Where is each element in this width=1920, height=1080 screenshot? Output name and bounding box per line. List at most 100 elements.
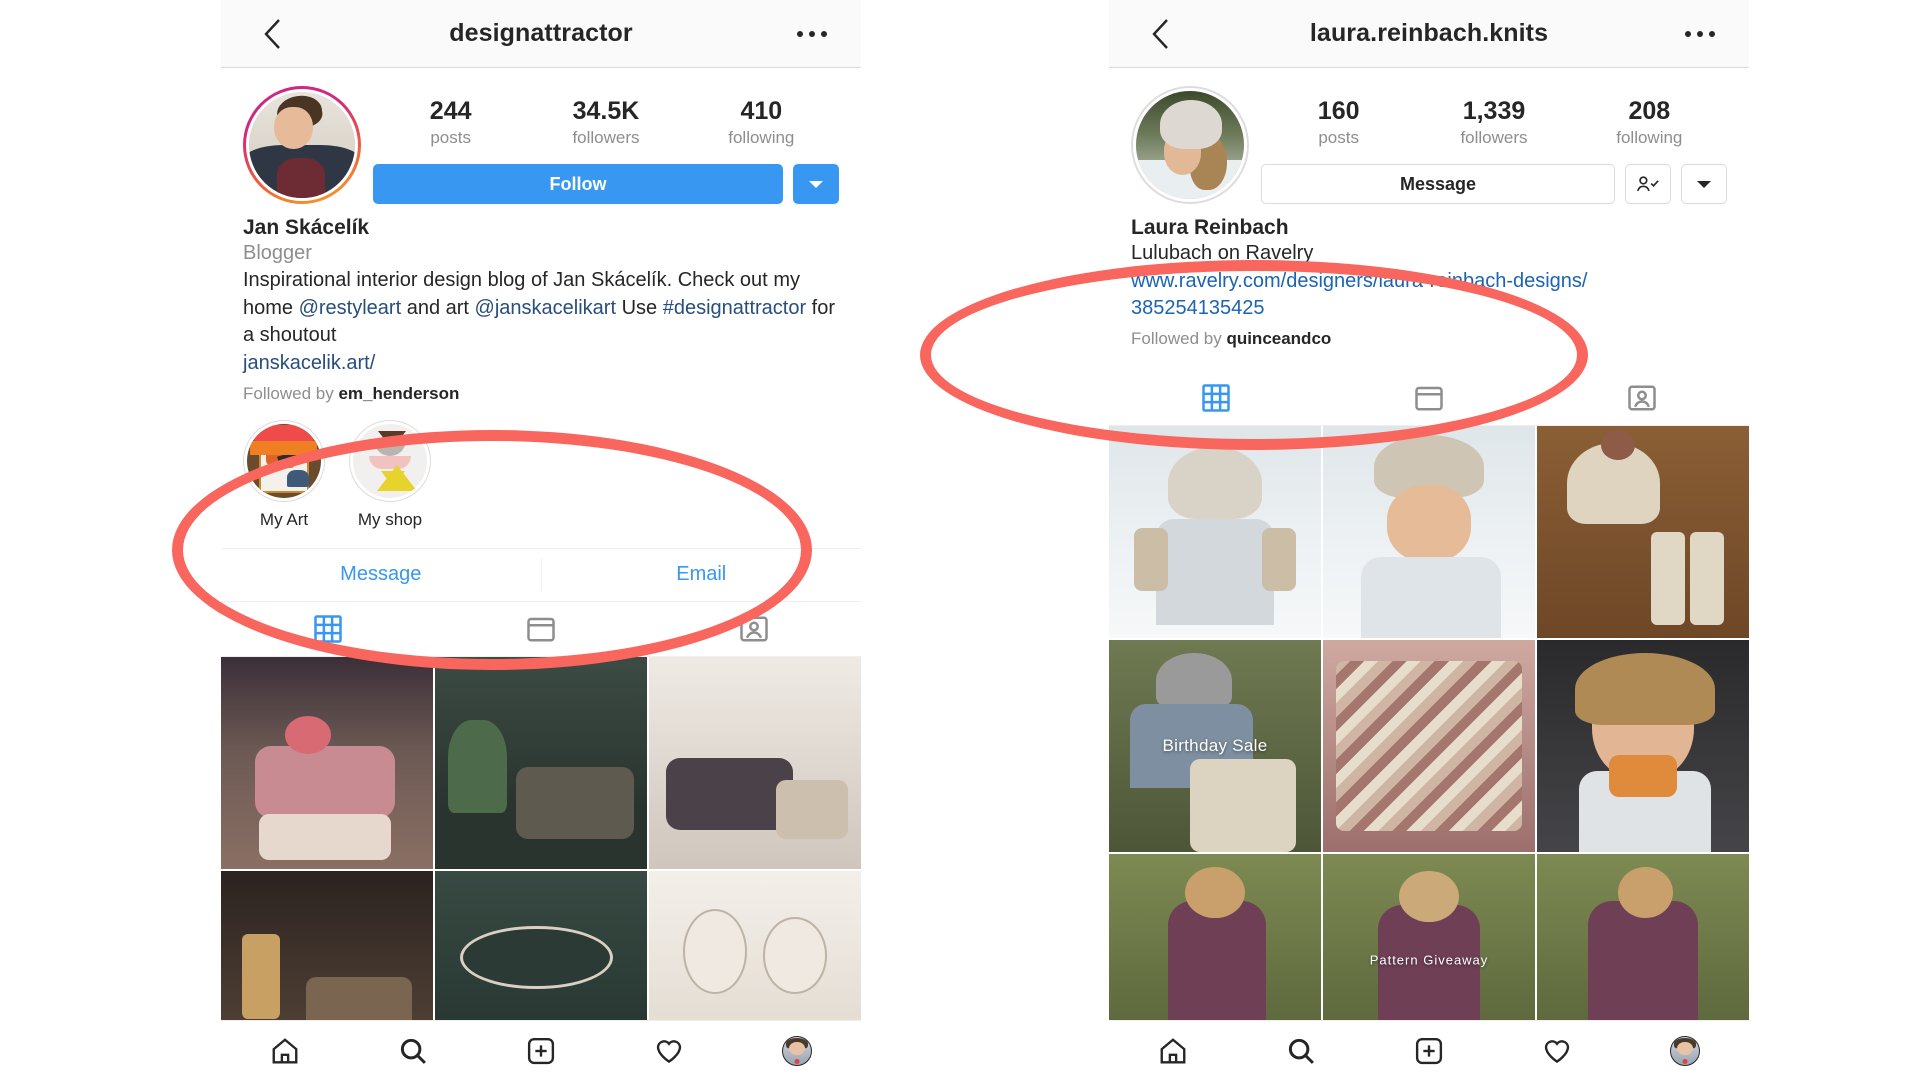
highlight-label: My shop [357, 509, 423, 529]
follow-dropdown-button[interactable] [793, 164, 839, 205]
followers-label: followers [1460, 128, 1528, 148]
tab-igtv[interactable] [1322, 371, 1535, 425]
tab-profile[interactable] [733, 1035, 861, 1066]
chevron-down-icon [809, 180, 823, 188]
tab-search[interactable] [1237, 1036, 1365, 1066]
home-icon [272, 1037, 298, 1063]
options-dropdown-button[interactable] [1681, 164, 1727, 205]
following-label: following [1616, 128, 1683, 148]
page-title: designattractor [449, 19, 633, 47]
following-count: 410 [740, 97, 783, 125]
stat-followers[interactable]: 1,339 followers [1416, 98, 1571, 148]
avatar-container [1131, 86, 1255, 204]
tab-home[interactable] [221, 1036, 349, 1066]
tab-grid[interactable] [1109, 371, 1322, 425]
bio-section: Laura Reinbach Lulubach on Ravelry www.r… [1109, 204, 1749, 349]
stat-followers[interactable]: 34.5K followers [528, 98, 683, 148]
stats-and-actions: 244 posts 34.5K followers 410 following … [367, 86, 839, 205]
posts-label: posts [430, 128, 471, 148]
heart-icon [1544, 1039, 1570, 1063]
stat-following[interactable]: 410 following [684, 98, 839, 148]
highlight-my-shop[interactable]: My shop [349, 419, 431, 530]
mention-janskacelikart[interactable]: @janskacelikart [475, 297, 616, 319]
highlight-my-art[interactable]: My Art [243, 419, 325, 530]
avatar-ring[interactable] [1131, 86, 1249, 204]
bottom-tab-bar [221, 1020, 861, 1080]
profile-header: 244 posts 34.5K followers 410 following … [221, 68, 861, 205]
search-icon [400, 1038, 426, 1064]
avatar-container [243, 86, 367, 204]
followed-by-prefix: Followed by [243, 383, 339, 403]
tagged-person-icon [740, 616, 769, 642]
grid-cell[interactable]: Birthday Sale [1109, 640, 1321, 853]
message-button[interactable]: Message [1261, 164, 1615, 205]
tab-grid[interactable] [221, 602, 434, 656]
tab-search[interactable] [349, 1036, 477, 1066]
grid-cell[interactable] [649, 656, 861, 869]
tab-add-post[interactable] [477, 1036, 605, 1066]
tab-activity[interactable] [605, 1036, 733, 1066]
screenshot-canvas: designattractor 244 posts 34.5K follower… [0, 0, 1920, 1080]
person-check-icon [1637, 176, 1659, 192]
hashtag-designattractor[interactable]: #designattractor [663, 297, 806, 319]
tv-icon [527, 617, 555, 642]
followed-by-prefix: Followed by [1131, 329, 1227, 349]
tab-tagged[interactable] [1536, 371, 1749, 425]
tab-add-post[interactable] [1365, 1036, 1493, 1066]
bio-website-link-line-2[interactable]: 385254135425 [1131, 295, 1727, 323]
more-options-button[interactable] [797, 30, 827, 37]
message-button[interactable]: Message [221, 549, 541, 601]
tab-activity[interactable] [1493, 1036, 1621, 1066]
posts-count: 244 [429, 97, 472, 125]
email-button[interactable]: Email [542, 549, 862, 601]
grid-cell[interactable] [1323, 426, 1535, 639]
grid-icon [313, 614, 342, 643]
followers-count: 1,339 [1462, 97, 1526, 125]
stat-following[interactable]: 208 following [1572, 98, 1727, 148]
followed-by-username[interactable]: quinceandco [1226, 329, 1331, 348]
story-ring[interactable] [243, 86, 361, 204]
followed-by-text: Followed by quinceandco [1131, 329, 1727, 349]
bio-website-link-line-1[interactable]: www.ravelry.com/designers/laura-reinbach… [1131, 268, 1727, 296]
grid-icon [1201, 384, 1230, 412]
navigation-bar: laura.reinbach.knits [1109, 0, 1749, 68]
grid-cell[interactable] [1109, 426, 1321, 639]
photo-grid: Birthday Sale Pattern Giveaway [1109, 426, 1749, 1067]
tab-igtv[interactable] [434, 602, 647, 656]
stat-posts[interactable]: 244 posts [373, 98, 528, 148]
heart-icon [656, 1039, 682, 1063]
contact-buttons-row: Message Email [221, 547, 862, 602]
avatar[interactable] [246, 89, 358, 201]
bio-line-2c: Use [616, 296, 658, 319]
grid-cell[interactable] [221, 656, 433, 869]
account-category: Blogger [243, 242, 312, 265]
stats-and-actions: 160 posts 1,339 followers 208 following … [1255, 86, 1727, 205]
following-label: following [728, 128, 795, 148]
page-title: laura.reinbach.knits [1309, 19, 1549, 47]
mention-restyleart[interactable]: @restyleart [299, 297, 402, 319]
bio-website-link[interactable]: janskacelik.art/ [243, 350, 839, 378]
grid-cell[interactable] [1537, 426, 1749, 639]
grid-cell[interactable] [1537, 640, 1749, 853]
stat-posts[interactable]: 160 posts [1261, 98, 1416, 148]
add-post-icon [1415, 1037, 1443, 1064]
navigation-bar: designattractor [221, 0, 861, 68]
followers-count: 34.5K [572, 97, 640, 125]
display-name: Laura Reinbach [1131, 216, 1289, 240]
avatar[interactable] [1133, 88, 1247, 202]
notification-dot [1682, 1058, 1688, 1064]
follow-button[interactable]: Follow [373, 164, 783, 205]
posts-count: 160 [1317, 97, 1360, 125]
grid-cell[interactable] [435, 656, 647, 869]
grid-overlay-label: Birthday Sale [1162, 736, 1268, 756]
tab-home[interactable] [1109, 1036, 1237, 1066]
followed-by-username[interactable]: em_henderson [338, 384, 459, 403]
bio-line-1: Inspirational interior design blog of Ja… [243, 269, 768, 292]
following-status-button[interactable] [1625, 164, 1671, 205]
action-row: Follow [373, 148, 839, 205]
instagram-profile-laura-reinbach-knits: laura.reinbach.knits 160 posts 1,339 fol… [1109, 0, 1749, 1080]
grid-cell[interactable] [1323, 640, 1535, 853]
more-options-button[interactable] [1685, 30, 1715, 37]
tab-profile[interactable] [1621, 1035, 1749, 1066]
tab-tagged[interactable] [648, 602, 861, 656]
